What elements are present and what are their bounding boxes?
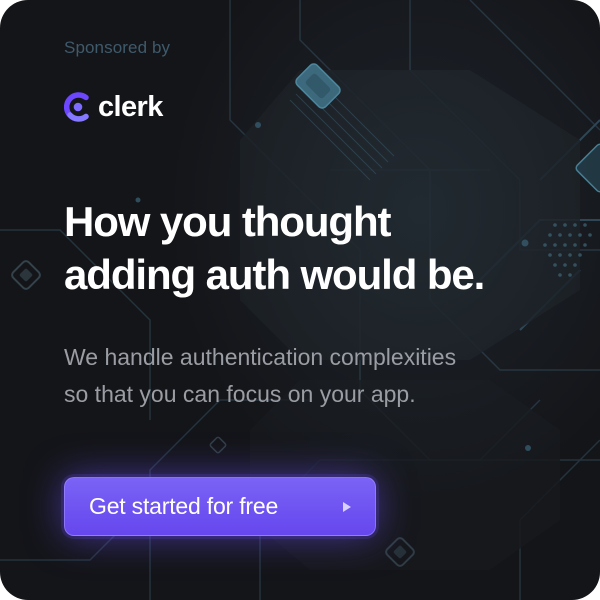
headline: How you thought adding auth would be. bbox=[64, 195, 564, 301]
subheadline: We handle authentication complexities so… bbox=[64, 339, 564, 413]
subheadline-line-2: so that you can focus on your app. bbox=[64, 381, 416, 407]
brand-name: clerk bbox=[98, 91, 163, 123]
get-started-button[interactable]: Get started for free bbox=[64, 477, 376, 536]
headline-line-2: adding auth would be. bbox=[64, 251, 485, 298]
subheadline-line-1: We handle authentication complexities bbox=[64, 344, 457, 370]
clerk-logo-icon bbox=[64, 92, 89, 122]
clerk-logo[interactable]: clerk bbox=[64, 91, 163, 123]
headline-line-1: How you thought bbox=[64, 198, 392, 245]
cta-label: Get started for free bbox=[89, 493, 279, 519]
sponsored-ad-card[interactable]: Sponsored by clerk How you thought addin… bbox=[0, 0, 600, 600]
play-arrow-icon bbox=[343, 502, 351, 512]
sponsored-by-label: Sponsored by bbox=[64, 38, 171, 57]
